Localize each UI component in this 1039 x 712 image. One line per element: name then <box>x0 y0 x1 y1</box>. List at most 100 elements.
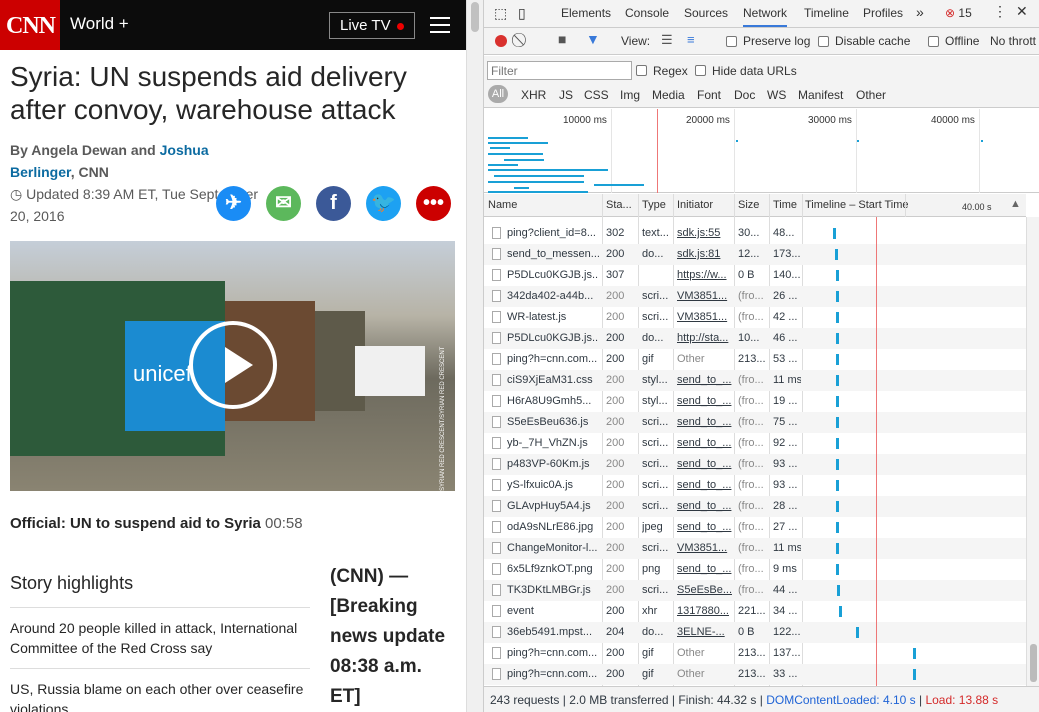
request-row[interactable]: ping?h=cnn.com... 200 gif Other 213... 33 ... <box>484 664 1026 685</box>
hide-data-urls-checkbox[interactable] <box>695 65 706 76</box>
col-size[interactable]: Size <box>738 199 759 211</box>
video-player[interactable]: unicef SYRIAN RED CRESCENT/SYRIAN RED CR… <box>10 241 455 491</box>
error-count-badge[interactable]: ⊗ 15 <box>945 6 972 20</box>
scroll-thumb[interactable] <box>471 2 479 32</box>
filter-icon[interactable]: ▼ <box>586 31 600 47</box>
facebook-share-icon[interactable]: f <box>316 186 351 221</box>
cell-initiator[interactable]: send_to_... <box>677 559 732 580</box>
cell-initiator[interactable]: http://sta... <box>677 328 732 349</box>
request-row[interactable]: 342da402-a44b... 200 scri... VM3851... (fro.… <box>484 286 1026 307</box>
filter-type-all[interactable]: All <box>488 85 508 103</box>
cell-initiator[interactable]: send_to_... <box>677 433 732 454</box>
cell-initiator[interactable]: https://w... <box>677 265 732 286</box>
request-row[interactable]: ciS9XjEaM31.css 200 styl... send_to_... (fro… <box>484 370 1026 391</box>
cnn-logo[interactable]: CNN <box>0 0 60 50</box>
tab-sources[interactable]: Sources <box>684 6 728 20</box>
hamburger-menu-icon[interactable] <box>430 17 450 33</box>
request-row[interactable]: ping?client_id=8... 302 text... sdk.js:55 30… <box>484 223 1026 244</box>
sort-arrow-icon[interactable]: ▲ <box>1010 198 1021 210</box>
filter-type-xhr[interactable]: XHR <box>521 88 546 102</box>
tab-elements[interactable]: Elements <box>561 6 611 20</box>
cell-initiator[interactable]: VM3851... <box>677 307 732 328</box>
col-type[interactable]: Type <box>642 199 666 211</box>
cell-initiator[interactable]: sdk.js:81 <box>677 244 732 265</box>
device-mode-icon[interactable]: ▯ <box>518 5 526 22</box>
col-name[interactable]: Name <box>488 199 517 211</box>
cell-initiator[interactable]: 1317880... <box>677 601 732 622</box>
close-devtools-icon[interactable]: ✕ <box>1016 3 1028 20</box>
record-icon[interactable] <box>495 35 507 47</box>
more-share-icon[interactable]: ••• <box>416 186 451 221</box>
overview-icon[interactable]: ≡ <box>687 32 695 47</box>
twitter-share-icon[interactable]: 🐦 <box>366 186 401 221</box>
request-row[interactable]: ping?h=cnn.com... 200 gif Other 213... 53 ... <box>484 349 1026 370</box>
filter-type-font[interactable]: Font <box>697 88 721 102</box>
col-status[interactable]: Sta... <box>606 199 632 211</box>
messenger-share-icon[interactable]: ✈ <box>216 186 251 221</box>
request-row[interactable]: odA9sNLrE86.jpg 200 jpeg send_to_... (fro...… <box>484 517 1026 538</box>
cell-initiator[interactable]: sdk.js:55 <box>677 223 732 244</box>
cell-initiator[interactable]: 3ELNE-... <box>677 622 732 643</box>
throttling-select[interactable]: No thrott <box>990 34 1036 48</box>
col-initiator[interactable]: Initiator <box>677 199 713 211</box>
request-row[interactable]: S5eEsBeu636.js 200 scri... send_to_... (fro.… <box>484 412 1026 433</box>
disable-cache-checkbox[interactable] <box>818 36 829 47</box>
cell-initiator[interactable]: send_to_... <box>677 391 732 412</box>
filter-type-doc[interactable]: Doc <box>734 88 755 102</box>
page-scrollbar[interactable] <box>466 0 483 712</box>
request-row[interactable]: ping?h=cnn.com... 200 gif Other 213... 137... <box>484 643 1026 664</box>
cell-initiator[interactable]: send_to_... <box>677 517 732 538</box>
col-time[interactable]: Time <box>773 199 797 211</box>
request-row[interactable]: yb-_7H_VhZN.js 200 scri... send_to_... (fro.… <box>484 433 1026 454</box>
request-row[interactable]: 6x5Lf9znkOT.png 200 png send_to_... (fro... 9… <box>484 559 1026 580</box>
scroll-thumb[interactable] <box>1030 644 1037 682</box>
tab-profiles[interactable]: Profiles <box>863 6 903 20</box>
video-caption[interactable]: Official: UN to suspend aid to Syria 00:… <box>10 515 303 532</box>
preserve-log-checkbox[interactable] <box>726 36 737 47</box>
request-row[interactable]: P5DLcu0KGJB.js... 200 do... http://sta... 10… <box>484 328 1026 349</box>
filter-type-media[interactable]: Media <box>652 88 685 102</box>
section-world-link[interactable]: World + <box>70 14 129 34</box>
network-overview[interactable]: 10000 ms 20000 ms 30000 ms 40000 ms <box>484 109 1039 197</box>
cell-initiator[interactable]: send_to_... <box>677 496 732 517</box>
request-row[interactable]: send_to_messen... 200 do... sdk.js:81 12... 1… <box>484 244 1026 265</box>
request-list-scrollbar[interactable] <box>1026 217 1039 686</box>
filter-type-css[interactable]: CSS <box>584 88 609 102</box>
request-row[interactable]: P5DLcu0KGJB.js... 307 https://w... 0 B 140..… <box>484 265 1026 286</box>
request-row[interactable]: p483VP-60Km.js 200 scri... send_to_... (fro.… <box>484 454 1026 475</box>
cell-initiator[interactable]: VM3851... <box>677 286 732 307</box>
filter-type-manifest[interactable]: Manifest <box>798 88 843 102</box>
filter-type-other[interactable]: Other <box>856 88 886 102</box>
request-row[interactable]: TK3DKtLMBGr.js 200 scri... S5eEsBe... (fro..… <box>484 580 1026 601</box>
large-rows-icon[interactable]: ☰ <box>661 32 673 48</box>
col-timeline[interactable]: Timeline – Start Time <box>805 199 909 211</box>
live-tv-button[interactable]: Live TV <box>329 12 415 39</box>
cell-initiator[interactable]: VM3851... <box>677 538 732 559</box>
capture-screenshots-icon[interactable]: ■ <box>558 31 566 47</box>
filter-type-js[interactable]: JS <box>559 88 573 102</box>
request-row[interactable]: yS-lfxuic0A.js 200 scri... send_to_... (fro.… <box>484 475 1026 496</box>
filter-input[interactable] <box>487 61 632 80</box>
inspect-element-icon[interactable]: ⬚ <box>494 5 507 22</box>
request-row[interactable]: WR-latest.js 200 scri... VM3851... (fro... 42… <box>484 307 1026 328</box>
more-tabs-icon[interactable]: » <box>916 4 924 20</box>
cell-initiator[interactable]: send_to_... <box>677 370 732 391</box>
email-share-icon[interactable]: ✉ <box>266 186 301 221</box>
filter-type-img[interactable]: Img <box>620 88 640 102</box>
play-button-icon[interactable] <box>189 321 277 409</box>
cell-initiator[interactable]: S5eEsBe... <box>677 580 732 601</box>
filter-type-ws[interactable]: WS <box>767 88 786 102</box>
kebab-menu-icon[interactable]: ⋮ <box>993 3 1007 20</box>
request-row[interactable]: event 200 xhr 1317880... 221... 34 ... <box>484 601 1026 622</box>
request-row[interactable]: 36eb5491.mpst... 204 do... 3ELNE-... 0 B 122.… <box>484 622 1026 643</box>
offline-checkbox[interactable] <box>928 36 939 47</box>
cell-initiator[interactable]: send_to_... <box>677 412 732 433</box>
regex-checkbox[interactable] <box>636 65 647 76</box>
tab-timeline[interactable]: Timeline <box>804 6 849 20</box>
cell-initiator[interactable]: send_to_... <box>677 454 732 475</box>
tab-network[interactable]: Network <box>743 6 788 27</box>
cell-initiator[interactable]: send_to_... <box>677 475 732 496</box>
tab-console[interactable]: Console <box>625 6 669 20</box>
request-row[interactable]: GLAvpHuy5A4.js 200 scri... send_to_... (fro.… <box>484 496 1026 517</box>
request-row[interactable]: ChangeMonitor-l... 200 scri... VM3851... (fr… <box>484 538 1026 559</box>
